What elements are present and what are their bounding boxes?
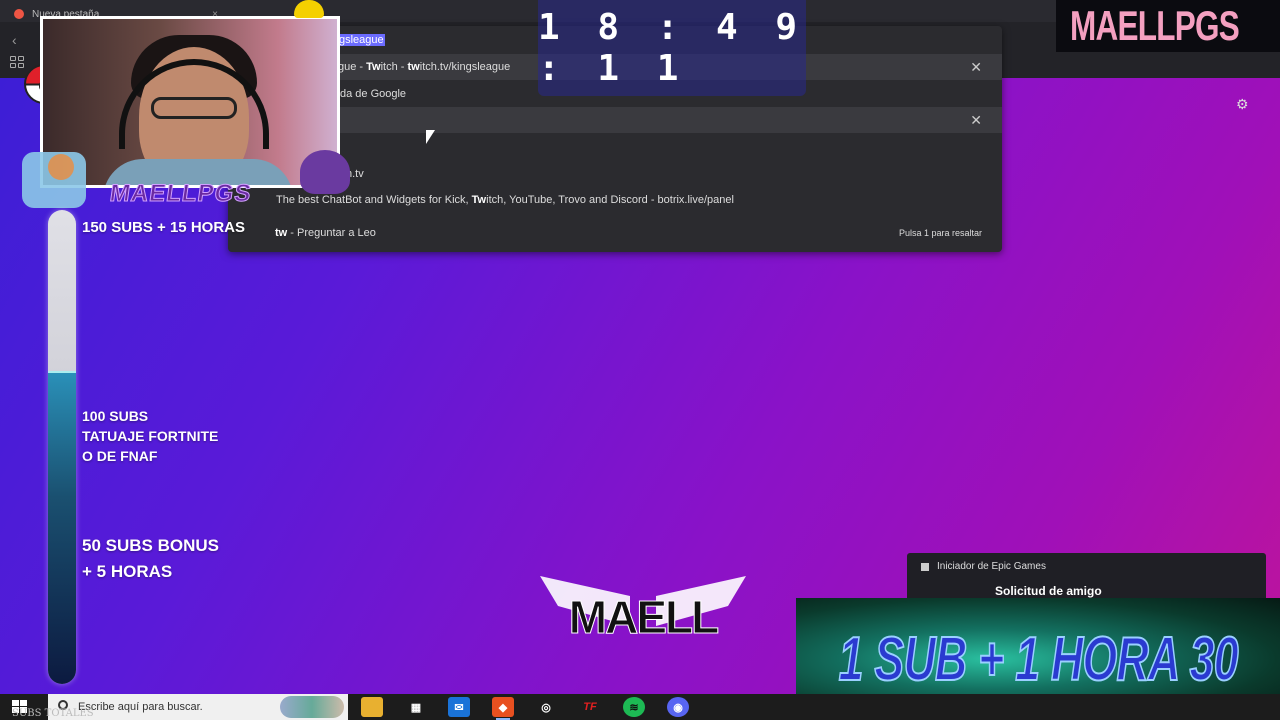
search-placeholder: Escribe aquí para buscar. [78,701,203,713]
goal-50-line: + 5 HORAS [82,562,173,581]
suggestion-text: The best ChatBot and Widgets for Kick, T… [276,194,734,206]
outlook-icon[interactable]: ✉ [448,697,470,717]
search-highlight-art [280,696,344,718]
tf-icon[interactable]: TF [579,697,601,717]
notification-app-name: Iniciador de Epic Games [937,561,1046,572]
mouse-cursor-icon [426,130,435,144]
notification-title: Solicitud de amigo [995,584,1102,598]
webcam-name-label: MAELLPGS [108,180,254,208]
store-icon[interactable]: ▦ [405,697,427,717]
goal-100: 100 SUBS TATUAJE FORTNITE O DE FNAF [82,406,218,466]
file-explorer-icon[interactable] [361,697,383,717]
banner-text: 1 SUB + 1 HORA 30 [838,624,1239,695]
apps-grid-icon[interactable] [10,56,26,70]
remove-suggestion-icon[interactable]: ✕ [970,59,982,76]
mascot-sticker [22,152,86,208]
goal-50: 50 SUBS BONUS + 5 HORAS [82,533,219,585]
suggestion-text: da de Google [340,88,407,100]
goal-150: 150 SUBS + 15 HORAS [82,219,245,236]
shortcut-hint: Pulsa 1 para resaltar [898,228,982,238]
remove-suggestion-icon[interactable]: ✕ [970,112,982,129]
glasses [151,97,237,119]
back-arrow-icon[interactable]: ‹ [12,32,17,48]
tiktok-username: MAELLPGS [1070,2,1240,49]
suggestion-item[interactable]: ✕ [228,107,1002,133]
progress-fill [48,371,76,684]
goal-100-line: TATUAJE FORTNITE [82,428,219,444]
settings-gear-icon[interactable]: ⚙ [1236,96,1249,113]
suggestion-text: gue - Twitch - twitch.tv/kingsleague [338,61,511,73]
channel-logo: MAELL [540,568,746,666]
sub-goal-progress-bar [48,210,76,684]
goal-50-line: 50 SUBS BONUS [82,536,219,555]
gengar-icon [300,150,350,194]
notification-app: Iniciador de Epic Games [921,561,1046,572]
brave-icon[interactable]: ◆ [492,697,514,720]
windows-taskbar: Escribe aquí para buscar. ▦ ✉ ◆ ◎ TF ≋ ◉ [0,694,1280,720]
tiktok-brand: MAELLPGS [1056,0,1280,52]
epic-games-icon [921,562,929,571]
discord-icon[interactable]: ◉ [667,697,689,717]
omnibox-input[interactable]: gsleague [338,34,385,46]
obs-icon[interactable]: ◎ [535,697,557,717]
spotify-icon[interactable]: ≋ [623,697,645,717]
goal-100-line: O DE FNAF [82,448,158,464]
suggestion-text: tw - Preguntar a Leo [275,227,376,239]
goal-100-line: 100 SUBS [82,408,149,424]
logo-text: MAELL [568,591,719,644]
brave-favicon-icon [14,9,24,19]
suggestion-item[interactable]: tw - Preguntar a Leo Pulsa 1 para resalt… [228,220,1002,246]
subs-total-label: SUBS TOTALES [12,708,94,719]
stream-clock: 1 8 : 4 9 : 1 1 [538,0,806,96]
